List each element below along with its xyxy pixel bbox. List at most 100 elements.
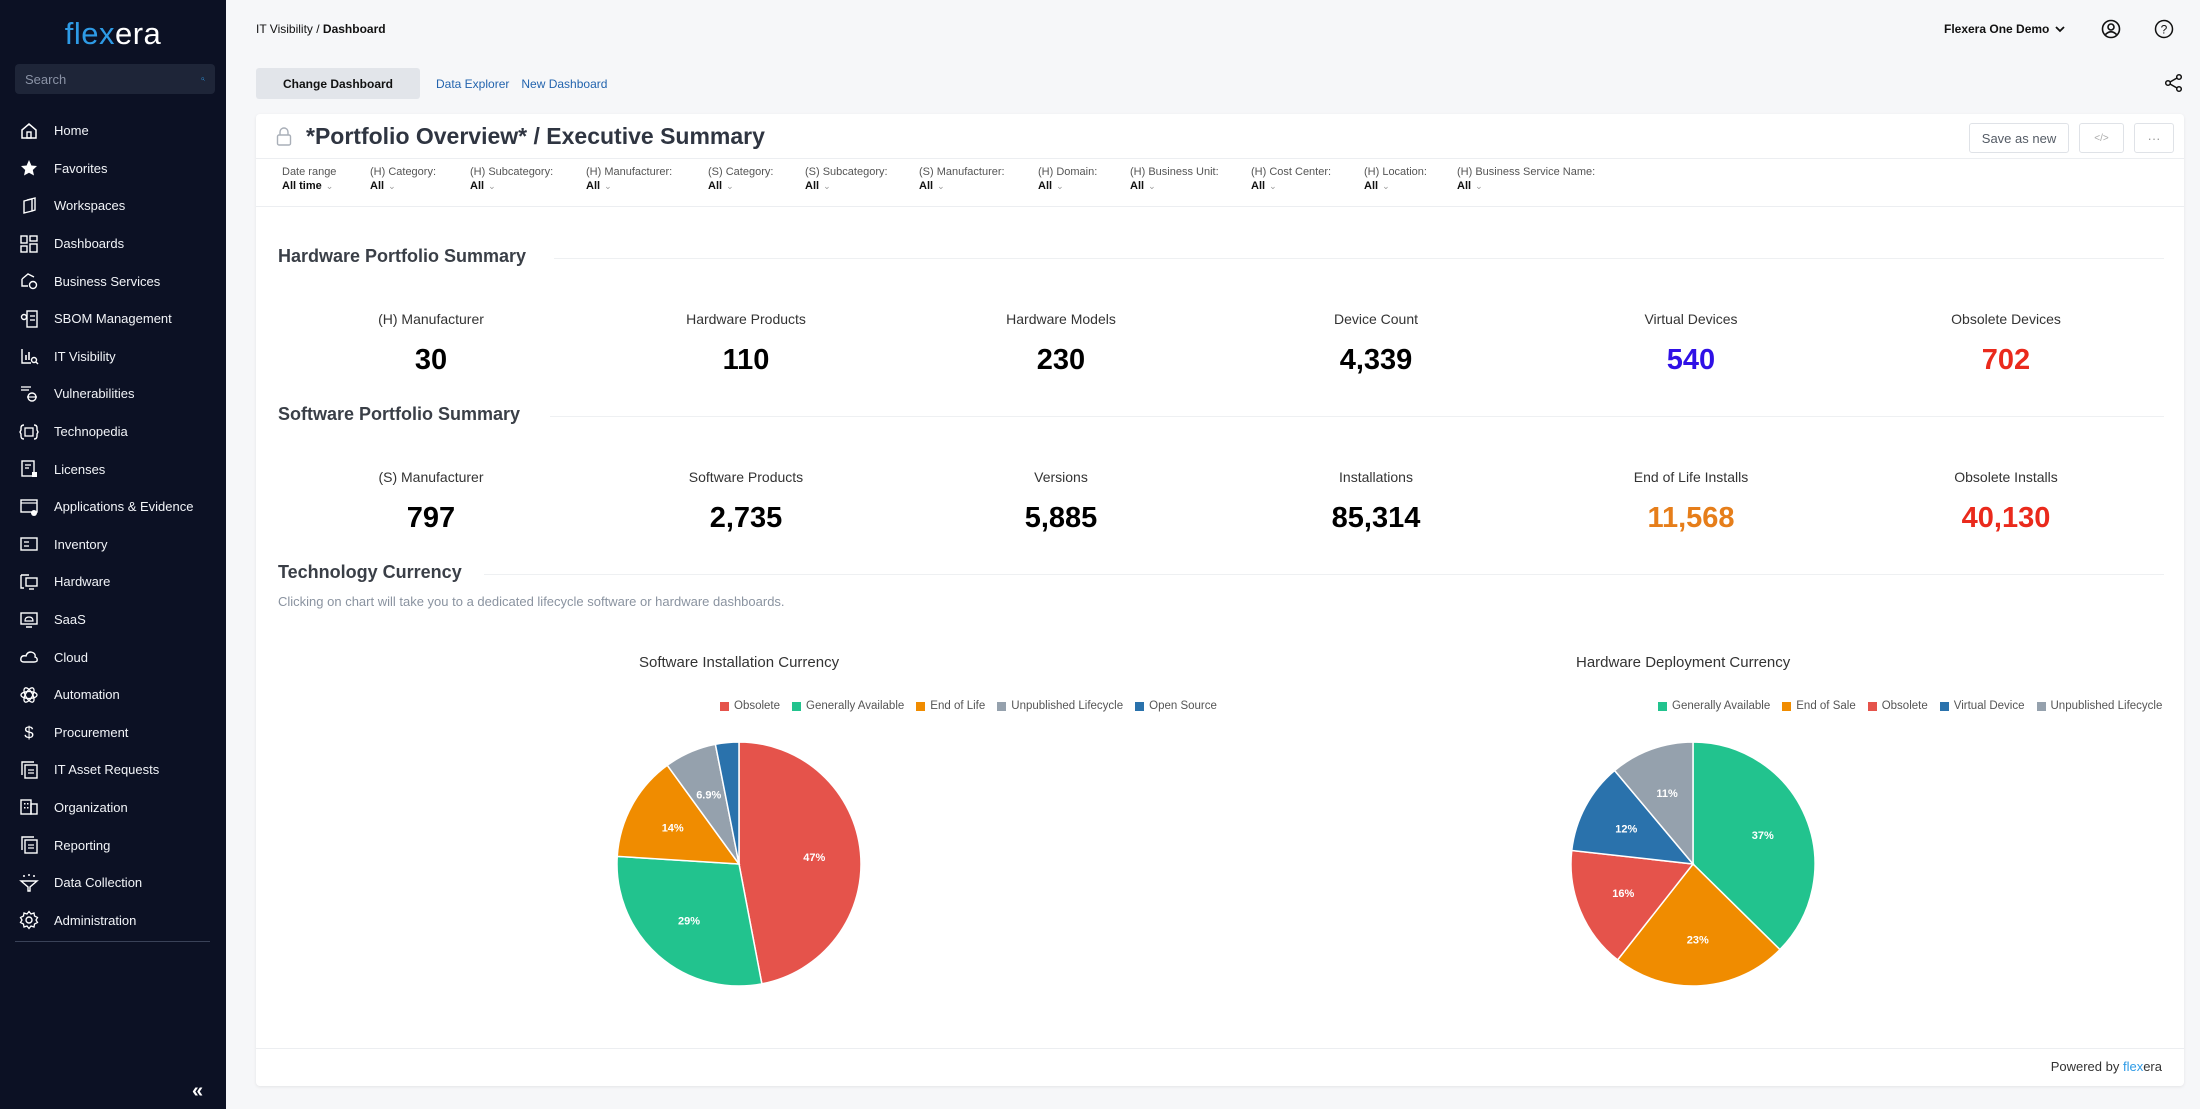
filter-date-range[interactable]: Date range All time ⌄ [282, 166, 336, 192]
legend-item[interactable]: Unpublished Lifecycle [997, 700, 1123, 712]
breadcrumb-parent[interactable]: IT Visibility [256, 22, 313, 36]
legend-item[interactable]: Generally Available [1658, 700, 1770, 712]
sidebar-item-saas[interactable]: SaaS [0, 601, 226, 639]
sidebar-item-organization[interactable]: Organization [0, 789, 226, 827]
filter-h-category[interactable]: (H) Category: All ⌄ [370, 166, 436, 192]
sidebar-item-it-visibility[interactable]: IT Visibility [0, 338, 226, 376]
sidebar-item-applications-and-evidence[interactable]: Applications & Evidence [0, 488, 226, 526]
sidebar-item-label: Organization [54, 799, 128, 815]
pie-data-label: 47% [803, 852, 825, 864]
sidebar-item-cloud[interactable]: Cloud [0, 638, 226, 676]
help-icon[interactable]: ? [2154, 19, 2174, 39]
filter-h-domain[interactable]: (H) Domain: All ⌄ [1038, 166, 1097, 192]
filter-h-manufacturer[interactable]: (H) Manufacturer: All ⌄ [586, 166, 672, 192]
kpi-h-manufacturer[interactable]: (H) Manufacturer 30 [281, 311, 581, 377]
sidebar-item-dashboards[interactable]: Dashboards [0, 225, 226, 263]
filter-s-subcategory[interactable]: (S) Subcategory: All ⌄ [805, 166, 888, 192]
kpi-label: Software Products [688, 469, 804, 485]
sidebar-item-sbom-management[interactable]: SBOM Management [0, 300, 226, 338]
flexera-logo[interactable]: flexera [0, 16, 226, 52]
sidebar-item-label: Automation [54, 687, 120, 703]
legend-item[interactable]: Unpublished Lifecycle [2036, 700, 2162, 712]
kpi-hardware-products[interactable]: Hardware Products 110 [596, 311, 896, 377]
embed-code-button[interactable]: </> [2079, 123, 2124, 153]
kpi-device-count[interactable]: Device Count 4,339 [1226, 311, 1526, 377]
dashboard-card: *Portfolio Overview* / Executive Summary… [256, 114, 2184, 1086]
filter-value: All [1364, 180, 1379, 192]
svg-text:?: ? [2161, 23, 2168, 37]
sidebar-item-technopedia[interactable]: Technopedia [0, 413, 226, 451]
sidebar-item-automation[interactable]: Automation [0, 676, 226, 714]
more-options-button[interactable]: ··· [2134, 123, 2174, 153]
sidebar-item-it-asset-requests[interactable]: IT Asset Requests [0, 751, 226, 789]
filter-h-business-unit[interactable]: (H) Business Unit: All ⌄ [1130, 166, 1219, 192]
home-icon [21, 122, 37, 139]
kpi-end-of-life-installs[interactable]: End of Life Installs 11,568 [1541, 469, 1841, 535]
organization-icon [20, 799, 38, 816]
software-installation-currency-pie[interactable]: 47% 29% 14% 6.9% [614, 739, 864, 989]
user-account-icon[interactable] [2101, 19, 2121, 39]
share-icon[interactable] [2164, 73, 2184, 93]
sidebar-item-workspaces[interactable]: Workspaces [0, 187, 226, 225]
kpi-value: 5,885 [1024, 502, 1098, 534]
sidebar-nav: Home Favorites Workspaces Dashboards Busines… [0, 112, 226, 939]
sidebar-item-business-services[interactable]: Business Services [0, 262, 226, 300]
sidebar-item-vulnerabilities[interactable]: Vulnerabilities [0, 375, 226, 413]
sidebar-item-home[interactable]: Home [0, 112, 226, 150]
org-switcher[interactable]: Flexera One Demo [1944, 22, 2066, 36]
sidebar-item-reporting[interactable]: Reporting [0, 826, 226, 864]
data-explorer-link[interactable]: Data Explorer [436, 77, 509, 91]
kpi-label: Versions [1034, 469, 1088, 485]
new-dashboard-link[interactable]: New Dashboard [521, 77, 607, 91]
dollar-icon: $ [24, 723, 34, 742]
filter-s-category[interactable]: (S) Category: All ⌄ [708, 166, 773, 192]
legend-swatch [1867, 701, 1877, 711]
sidebar-item-data-collection[interactable]: Data Collection [0, 864, 226, 902]
sidebar-item-inventory[interactable]: Inventory [0, 526, 226, 564]
search-icon[interactable] [201, 70, 205, 88]
filter-h-location[interactable]: (H) Location: All ⌄ [1364, 166, 1427, 192]
kpi-versions[interactable]: Versions 5,885 [911, 469, 1211, 535]
sidebar-item-favorites[interactable]: Favorites [0, 150, 226, 188]
filter-value: All [1457, 180, 1472, 192]
sidebar-item-label: Administration [54, 912, 137, 928]
legend-swatch [1135, 701, 1145, 711]
change-dashboard-button[interactable]: Change Dashboard [256, 68, 420, 99]
filter-value: All [919, 180, 934, 192]
save-as-new-button[interactable]: Save as new [1969, 123, 2069, 153]
filter-h-subcategory[interactable]: (H) Subcategory: All ⌄ [470, 166, 553, 192]
legend-item[interactable]: Obsolete [1867, 700, 1928, 712]
kpi-installations[interactable]: Installations 85,314 [1226, 469, 1526, 535]
sidebar-item-procurement[interactable]: $ Procurement [0, 714, 226, 752]
kpi-hardware-models[interactable]: Hardware Models 230 [911, 311, 1211, 377]
collapse-sidebar-icon[interactable]: « [192, 1080, 203, 1103]
legend-item[interactable]: End of Life [916, 700, 985, 712]
kpi-virtual-devices[interactable]: Virtual Devices 540 [1541, 311, 1841, 377]
legend-item[interactable]: Virtual Device [1939, 700, 2025, 712]
kpi-obsolete-installs[interactable]: Obsolete Installs 40,130 [1856, 469, 2156, 535]
sidebar-item-label: Applications & Evidence [54, 499, 194, 515]
sidebar-item-label: Hardware [54, 574, 111, 590]
hardware-deployment-currency-pie[interactable]: 37% 23% 16% 12% 11% [1568, 739, 1818, 989]
kpi-obsolete-devices[interactable]: Obsolete Devices 702 [1856, 311, 2156, 377]
kpi-value: 797 [406, 502, 456, 534]
filter-s-manufacturer[interactable]: (S) Manufacturer: All ⌄ [919, 166, 1005, 192]
legend-label: End of Life [930, 700, 986, 712]
kpi-software-products[interactable]: Software Products 2,735 [596, 469, 896, 535]
filter-h-business-service-name[interactable]: (H) Business Service Name: All ⌄ [1457, 166, 1595, 192]
kpi-s-manufacturer[interactable]: (S) Manufacturer 797 [281, 469, 581, 535]
lock-icon[interactable] [276, 126, 292, 146]
sidebar-item-licenses[interactable]: Licenses [0, 450, 226, 488]
legend-item[interactable]: Open Source [1135, 700, 1217, 712]
sidebar-item-administration[interactable]: Administration [0, 901, 226, 939]
chevron-down-icon: ⌄ [1056, 181, 1064, 191]
pie-slice-obsolete[interactable] [738, 741, 862, 985]
legend-item[interactable]: End of Sale [1782, 700, 1856, 712]
search-input[interactable] [25, 71, 201, 87]
legend-item[interactable]: Generally Available [792, 700, 904, 712]
sidebar-item-hardware[interactable]: Hardware [0, 563, 226, 601]
legend-item[interactable]: Obsolete [720, 700, 780, 712]
filter-h-cost-center[interactable]: (H) Cost Center: All ⌄ [1251, 166, 1331, 192]
legend-label: Open Source [1149, 700, 1217, 712]
inventory-icon [20, 537, 38, 552]
